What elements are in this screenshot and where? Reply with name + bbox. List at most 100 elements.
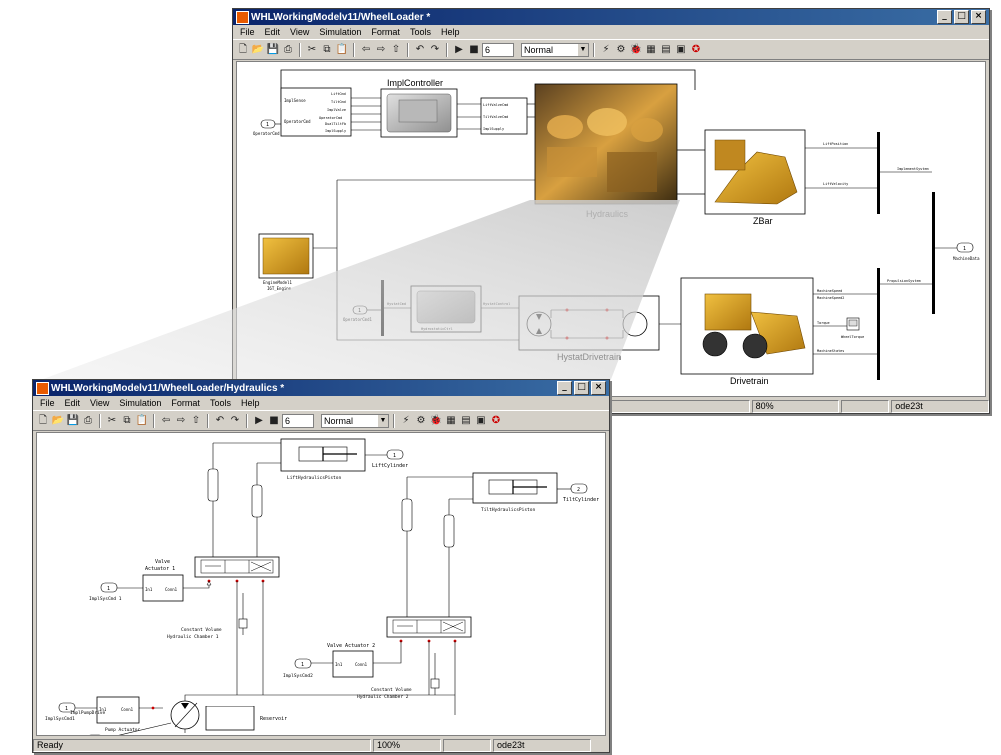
- open-folder-icon[interactable]: 📂: [251, 43, 265, 57]
- ic-mid-label: ImplValve: [327, 108, 346, 112]
- build-icon[interactable]: ⚙: [414, 414, 428, 428]
- chamber-1-block[interactable]: [238, 618, 248, 629]
- redo-icon[interactable]: ↷: [228, 414, 242, 428]
- update-diagram-icon[interactable]: ⚡: [399, 414, 413, 428]
- forward-icon[interactable]: ⇨: [174, 414, 188, 428]
- menu-edit[interactable]: Edit: [60, 398, 86, 408]
- paste-icon[interactable]: 📋: [135, 414, 149, 428]
- copy-icon[interactable]: ⧉: [120, 414, 134, 428]
- stop-time-input[interactable]: 6: [482, 42, 514, 57]
- menu-view[interactable]: View: [285, 27, 314, 37]
- zbar-label: ZBar: [753, 216, 773, 226]
- stop-icon[interactable]: ■: [267, 414, 281, 428]
- open-folder-icon[interactable]: 📂: [51, 414, 65, 428]
- main-title-bar[interactable]: WHLWorkingModelv11/WheelLoader * _ □ ×: [233, 9, 989, 25]
- propulsion-system-label: PropulsionSystem: [887, 279, 921, 283]
- stop-time-input[interactable]: 6: [282, 413, 314, 428]
- play-icon[interactable]: ▶: [452, 43, 466, 57]
- minimize-button[interactable]: _: [557, 381, 572, 395]
- debug-icon[interactable]: 🐞: [629, 43, 643, 57]
- library-icon[interactable]: ▦: [444, 414, 458, 428]
- forward-icon[interactable]: ⇨: [374, 43, 388, 57]
- undo-icon[interactable]: ↶: [213, 414, 227, 428]
- maximize-button[interactable]: □: [574, 381, 589, 395]
- sub-window-title: WHLWorkingModelv11/WheelLoader/Hydraulic…: [51, 382, 285, 394]
- port-number: 1: [393, 453, 396, 459]
- properties-icon[interactable]: ▣: [474, 414, 488, 428]
- properties-icon[interactable]: ▣: [674, 43, 688, 57]
- save-icon[interactable]: 💾: [266, 43, 280, 57]
- menu-file[interactable]: File: [235, 27, 260, 37]
- sub-title-bar[interactable]: WHLWorkingModelv11/WheelLoader/Hydraulic…: [33, 380, 609, 396]
- copy-icon[interactable]: ⧉: [320, 43, 334, 57]
- sub-toolbar: 🗋 📂 💾 ⎙ ✂ ⧉ 📋 ⇦ ⇨ ⇧ ↶ ↷ ▶ ■ 6 Normal ▼ ⚡…: [33, 410, 609, 431]
- model-explorer-icon[interactable]: ▤: [459, 414, 473, 428]
- sim-mode-select[interactable]: Normal ▼: [521, 42, 589, 57]
- menu-edit[interactable]: Edit: [260, 27, 286, 37]
- main-menu-bar: File Edit View Simulation Format Tools H…: [233, 25, 989, 39]
- library-icon[interactable]: ▦: [644, 43, 658, 57]
- build-icon[interactable]: ⚙: [614, 43, 628, 57]
- minimize-button[interactable]: _: [937, 10, 952, 24]
- reservoir-area: ImplPumpDrive Reservoir: [36, 705, 604, 734]
- bus-bar[interactable]: [381, 280, 384, 336]
- print-icon[interactable]: ⎙: [81, 414, 95, 428]
- target-icon[interactable]: ✪: [489, 414, 503, 428]
- menu-tools[interactable]: Tools: [405, 27, 436, 37]
- tilt-cylinder-b[interactable]: [443, 514, 455, 548]
- undo-icon[interactable]: ↶: [413, 43, 427, 57]
- back-icon[interactable]: ⇦: [359, 43, 373, 57]
- chamber-2-label: Constant Volume: [371, 687, 412, 693]
- back-icon[interactable]: ⇦: [159, 414, 173, 428]
- tilt-cylinder-a[interactable]: [401, 498, 413, 532]
- redo-icon[interactable]: ↷: [428, 43, 442, 57]
- sim-mode-value: Normal: [324, 415, 354, 426]
- menu-help[interactable]: Help: [236, 398, 265, 408]
- menu-file[interactable]: File: [35, 398, 60, 408]
- print-icon[interactable]: ⎙: [281, 43, 295, 57]
- chevron-down-icon: ▼: [378, 414, 388, 427]
- menu-format[interactable]: Format: [166, 398, 205, 408]
- ic-out-label: ImplSupply: [483, 127, 504, 131]
- update-diagram-icon[interactable]: ⚡: [599, 43, 613, 57]
- target-icon[interactable]: ✪: [689, 43, 703, 57]
- cut-icon[interactable]: ✂: [105, 414, 119, 428]
- bus-bar[interactable]: [932, 192, 935, 314]
- maximize-button[interactable]: □: [954, 10, 969, 24]
- lift-cylinder-a[interactable]: [207, 468, 219, 502]
- ic-in-label: OperatorCmd: [284, 119, 311, 124]
- sim-mode-select[interactable]: Normal ▼: [321, 413, 389, 428]
- debug-icon[interactable]: 🐞: [429, 414, 443, 428]
- menu-format[interactable]: Format: [366, 27, 405, 37]
- menu-simulation[interactable]: Simulation: [314, 27, 366, 37]
- sub-status-bar: Ready 100% ode23t: [33, 738, 609, 752]
- hydraulics-diagram-canvas[interactable]: LiftHydraulicsPiston 1 LiftCylinder Valv…: [36, 432, 606, 736]
- stop-icon[interactable]: ■: [467, 43, 481, 57]
- up-icon[interactable]: ⇧: [389, 43, 403, 57]
- play-icon[interactable]: ▶: [252, 414, 266, 428]
- save-icon[interactable]: 💾: [66, 414, 80, 428]
- reservoir-block[interactable]: [205, 705, 255, 731]
- ic-out-label: TiltValveCmd: [483, 115, 508, 119]
- model-explorer-icon[interactable]: ▤: [659, 43, 673, 57]
- menu-view[interactable]: View: [85, 398, 114, 408]
- chamber-2-block[interactable]: [430, 678, 440, 689]
- menu-tools[interactable]: Tools: [205, 398, 236, 408]
- lift-cylinder-b[interactable]: [251, 484, 263, 518]
- bus-bar[interactable]: [877, 268, 880, 380]
- menu-simulation[interactable]: Simulation: [114, 398, 166, 408]
- close-button[interactable]: ×: [591, 381, 606, 395]
- cut-icon[interactable]: ✂: [305, 43, 319, 57]
- ic-in-label: ImplSense: [284, 98, 306, 103]
- engine-label: EngineModel1: [263, 280, 292, 285]
- close-button[interactable]: ×: [971, 10, 986, 24]
- new-file-icon[interactable]: 🗋: [36, 414, 50, 428]
- paste-icon[interactable]: 📋: [335, 43, 349, 57]
- ic-mid-label: LiftCmd: [331, 92, 346, 96]
- main-diagram-canvas[interactable]: ImplSense OperatorCmd LiftCmd TiltCmd Im…: [236, 61, 986, 397]
- new-file-icon[interactable]: 🗋: [236, 43, 250, 57]
- menu-help[interactable]: Help: [436, 27, 465, 37]
- bus-bar[interactable]: [877, 132, 880, 214]
- valve-actuator-1-label: Valve: [155, 559, 170, 565]
- up-icon[interactable]: ⇧: [189, 414, 203, 428]
